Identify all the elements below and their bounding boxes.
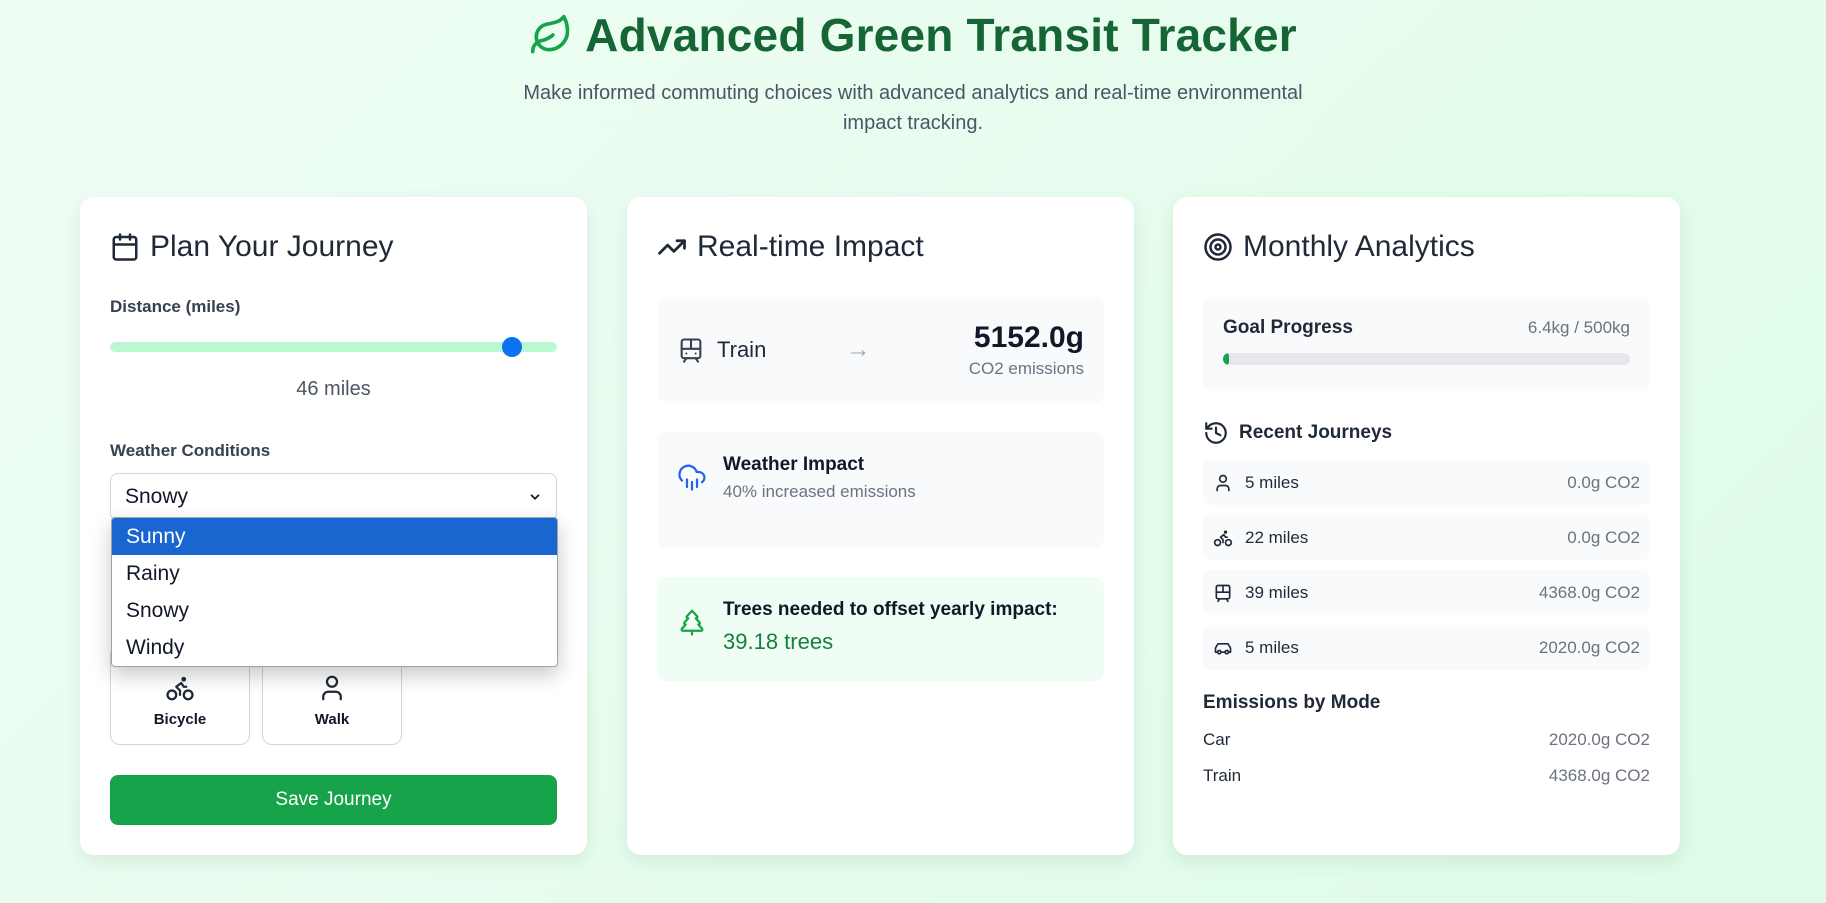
distance-value: 46 miles xyxy=(296,378,371,400)
goal-progress-panel: Goal Progress 6.4kg / 500kg xyxy=(1203,297,1650,391)
trees-offset-panel: Trees needed to offset yearly impact: 39… xyxy=(657,577,1104,681)
plan-title-text: Plan Your Journey xyxy=(150,230,394,263)
goal-progress-bar xyxy=(1223,353,1630,365)
emissions-value: 5152.0g xyxy=(973,321,1084,354)
trees-title: Trees needed to offset yearly impact: xyxy=(723,599,1058,620)
emissions-row: Car 2020.0g CO2 xyxy=(1203,730,1650,750)
emissions-mode-value: 4368.0g CO2 xyxy=(1548,766,1650,785)
weather-impact-panel: Weather Impact 40% increased emissions xyxy=(657,432,1104,548)
target-icon xyxy=(1204,233,1232,261)
analytics-card-title: Monthly Analytics xyxy=(1203,227,1650,267)
monthly-analytics-card: Monthly Analytics Goal Progress 6.4kg / … xyxy=(1173,197,1680,855)
trees-value: 39.18 trees xyxy=(723,629,834,654)
weather-impact-title: Weather Impact xyxy=(723,454,865,475)
title-row: Advanced Green Transit Tracker xyxy=(0,8,1826,62)
impact-title-text: Real-time Impact xyxy=(697,230,924,263)
journey-co2: 4368.0g CO2 xyxy=(1538,582,1640,602)
journey-miles: 22 miles xyxy=(1245,527,1309,547)
route-mode: Train xyxy=(717,337,767,362)
arrow-right-icon: → xyxy=(846,336,871,363)
weather-option-sunny[interactable]: Sunny xyxy=(112,518,557,555)
journey-miles: 5 miles xyxy=(1245,637,1299,657)
car-icon xyxy=(1214,642,1232,655)
impact-card-title: Real-time Impact xyxy=(657,227,1104,267)
emissions-mode-value: 2020.0g CO2 xyxy=(1548,730,1650,749)
goal-value: 6.4kg / 500kg xyxy=(1527,318,1630,337)
bicycle-icon xyxy=(1213,530,1233,546)
journey-miles: 39 miles xyxy=(1245,582,1309,602)
tree-icon xyxy=(680,609,704,636)
recent-journeys-title: Recent Journeys xyxy=(1239,422,1393,443)
journey-row: 22 miles 0.0g CO2 xyxy=(1203,515,1650,560)
cloud-rain-icon xyxy=(678,464,706,491)
chevron-down-icon xyxy=(530,494,540,500)
train-icon xyxy=(1215,584,1231,602)
route-summary: Train → 5152.0g CO2 emissions xyxy=(657,297,1104,403)
route-emissions: 5152.0g CO2 emissions xyxy=(969,321,1084,379)
weather-label: Weather Conditions xyxy=(110,441,271,460)
distance-slider-thumb[interactable] xyxy=(502,337,523,357)
journey-row: 39 miles 4368.0g CO2 xyxy=(1203,570,1650,615)
bicycle-icon xyxy=(166,676,194,701)
weather-select[interactable]: Snowy xyxy=(110,473,557,521)
calendar-icon xyxy=(112,233,138,261)
weather-dropdown-list: Sunny Rainy Snowy Windy xyxy=(111,517,558,667)
trending-up-icon xyxy=(658,239,686,255)
page-header: Advanced Green Transit Tracker Make info… xyxy=(0,0,1826,138)
emissions-mode: Car xyxy=(1203,730,1231,749)
leaf-icon xyxy=(531,14,570,54)
journey-co2: 0.0g CO2 xyxy=(1567,527,1640,547)
realtime-impact-card: Real-time Impact Train → 5152.0g CO2 emi… xyxy=(627,197,1134,855)
recent-journeys-heading: Recent Journeys xyxy=(1203,420,1650,446)
page-subtitle: Make informed commuting choices with adv… xyxy=(523,82,1303,134)
analytics-title-text: Monthly Analytics xyxy=(1243,230,1475,263)
emissions-by-mode-title: Emissions by Mode xyxy=(1203,692,1381,713)
emissions-row: Train 4368.0g CO2 xyxy=(1203,766,1650,786)
journey-co2: 2020.0g CO2 xyxy=(1538,637,1640,657)
walk-icon xyxy=(1216,474,1230,491)
weather-option-rainy[interactable]: Rainy xyxy=(112,555,557,592)
emissions-label: CO2 emissions xyxy=(968,359,1084,378)
weather-option-windy[interactable]: Windy xyxy=(112,629,557,666)
save-journey-button[interactable]: Save Journey xyxy=(110,775,557,825)
weather-option-snowy[interactable]: Snowy xyxy=(112,592,557,629)
history-icon xyxy=(1205,422,1227,444)
journey-miles: 5 miles xyxy=(1245,472,1299,492)
distance-label: Distance (miles) xyxy=(110,297,241,316)
goal-progress-fill xyxy=(1223,353,1229,365)
journey-row: 5 miles 2020.0g CO2 xyxy=(1203,625,1650,670)
distance-slider[interactable] xyxy=(110,337,557,357)
plan-card-title: Plan Your Journey xyxy=(110,227,557,267)
weather-selected-value: Snowy xyxy=(125,485,189,508)
train-icon xyxy=(680,338,702,363)
walk-icon xyxy=(322,675,342,701)
mode-walk-label: Walk xyxy=(314,711,350,728)
mode-bicycle-label: Bicycle xyxy=(153,711,207,728)
emissions-mode: Train xyxy=(1203,766,1242,785)
page-title: Advanced Green Transit Tracker xyxy=(585,9,1297,61)
journey-row: 5 miles 0.0g CO2 xyxy=(1203,460,1650,505)
goal-title: Goal Progress xyxy=(1223,317,1353,338)
journey-co2: 0.0g CO2 xyxy=(1567,472,1640,492)
weather-impact-sub: 40% increased emissions xyxy=(723,482,916,501)
